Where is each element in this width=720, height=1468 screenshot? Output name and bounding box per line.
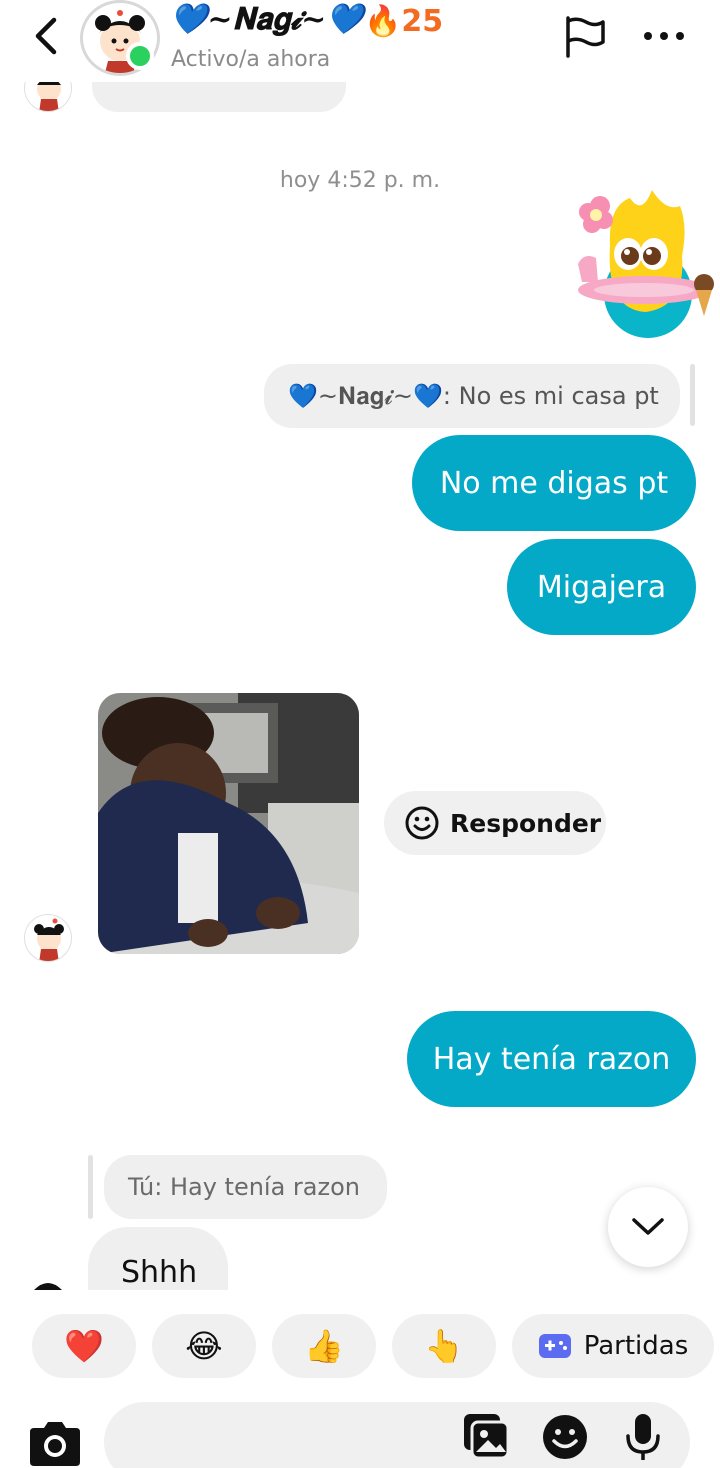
quoted-reply[interactable]: Tú: Hay tenía razon: [104, 1155, 387, 1219]
games-label: Partidas: [583, 1331, 689, 1361]
contact-name[interactable]: 💙~𝐍𝐚𝐠𝓲~💙: [170, 2, 364, 37]
composer-area: ❤️ 😂 👍 👆 Partidas: [0, 1290, 720, 1468]
sender-avatar[interactable]: [24, 1274, 72, 1290]
gallery-icon[interactable]: [462, 1412, 512, 1462]
quoted-reply[interactable]: 💙~𝐍𝐚𝐠𝓲~💙: No es mi casa pt: [264, 364, 680, 428]
sticker-image[interactable]: [570, 186, 720, 342]
thumbs-up-icon: 👍: [304, 1327, 344, 1365]
laughing-icon: 😂: [185, 1327, 223, 1365]
online-status-dot: [126, 42, 154, 70]
message-bubble-outgoing[interactable]: No me digas pt: [412, 435, 696, 531]
message-bubble-outgoing[interactable]: Hay tenía razon: [407, 1011, 696, 1107]
games-button[interactable]: Partidas: [512, 1314, 714, 1378]
photo-image: [98, 693, 359, 954]
message-input[interactable]: [104, 1402, 690, 1468]
back-arrow-icon[interactable]: [28, 14, 68, 58]
reaction-laugh-button[interactable]: 😂: [152, 1314, 256, 1378]
quote-indicator-bar: [690, 364, 695, 426]
gamepad-icon: [538, 1334, 571, 1358]
photo-message[interactable]: [98, 693, 359, 954]
flag-icon[interactable]: [562, 14, 608, 60]
avatar-character-icon: [34, 1283, 62, 1290]
more-options-icon[interactable]: [640, 18, 688, 54]
sticker-emoji-icon[interactable]: [540, 1412, 590, 1462]
reaction-pointing-button[interactable]: 👆: [392, 1314, 496, 1378]
quote-indicator-bar: [88, 1155, 93, 1219]
camera-icon[interactable]: [24, 1418, 86, 1468]
message-bubble-outgoing[interactable]: Migajera: [507, 539, 696, 635]
chat-header: 💙~𝐍𝐚𝐠𝓲~💙 🔥25 Activo/a ahora: [0, 0, 720, 82]
heart-icon: ❤️: [64, 1327, 104, 1365]
reaction-heart-button[interactable]: ❤️: [32, 1314, 136, 1378]
sender-avatar[interactable]: [24, 914, 72, 962]
pointing-up-icon: 👆: [424, 1327, 464, 1365]
microphone-icon[interactable]: [618, 1412, 668, 1462]
active-status: Activo/a ahora: [171, 47, 331, 72]
reaction-thumbs-up-button[interactable]: 👍: [272, 1314, 376, 1378]
streak-count: 🔥25: [364, 4, 444, 39]
smile-icon: [405, 806, 439, 840]
scroll-down-button[interactable]: [608, 1187, 688, 1267]
chevron-down-icon: [632, 1218, 664, 1235]
avatar-character-icon: [34, 918, 64, 961]
responder-label: Responder: [450, 808, 602, 838]
responder-button[interactable]: Responder: [384, 791, 606, 855]
